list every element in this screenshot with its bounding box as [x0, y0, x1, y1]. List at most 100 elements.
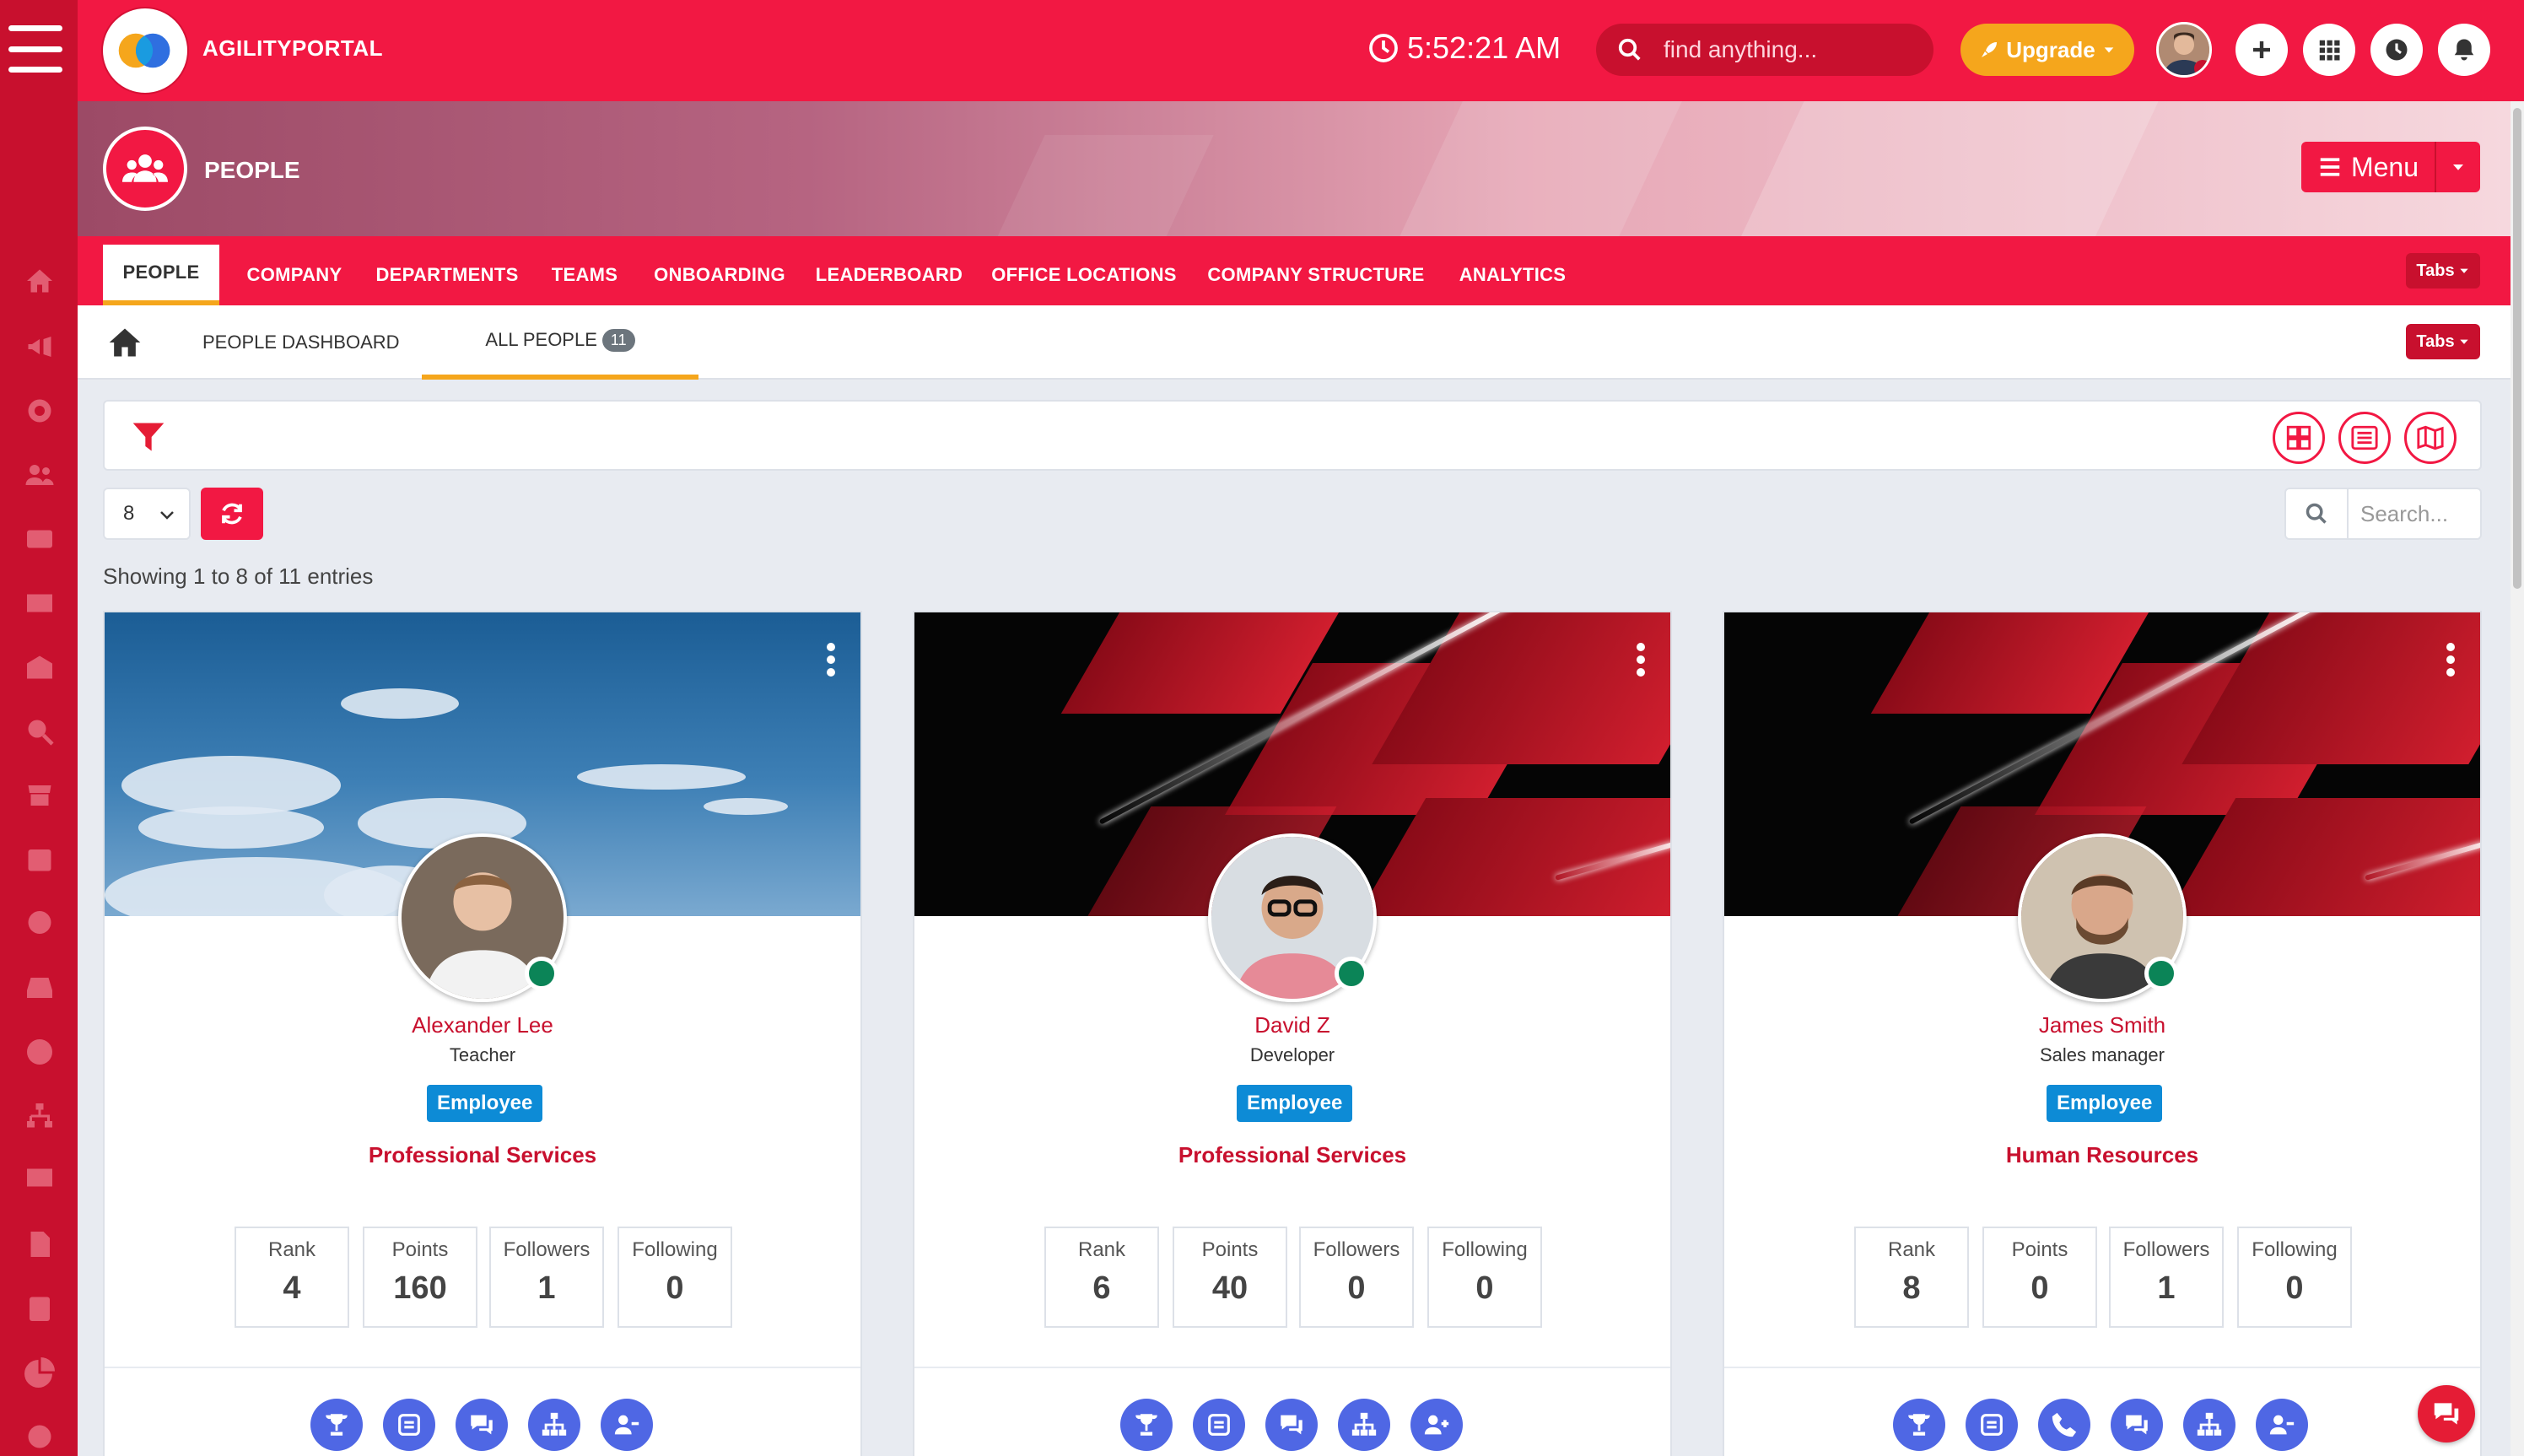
apps-button[interactable]: [2303, 24, 2355, 76]
table-search[interactable]: [2284, 488, 2482, 540]
clock-time: 5:52:21 AM: [1407, 30, 1561, 65]
tab-teams[interactable]: TEAMS: [543, 245, 626, 305]
search-icon[interactable]: [2286, 489, 2349, 538]
person-name[interactable]: James Smith: [1724, 1012, 2480, 1038]
notifications-button[interactable]: [2438, 24, 2490, 76]
support-icon[interactable]: [24, 395, 56, 427]
news-icon[interactable]: [24, 587, 56, 619]
more-options-icon[interactable]: [827, 643, 837, 677]
stat-value: 0: [2285, 1270, 2304, 1306]
settings-icon[interactable]: [24, 1421, 56, 1453]
tab-company[interactable]: COMPANY: [240, 245, 349, 305]
chat-icon[interactable]: [24, 908, 56, 940]
tab-analytics[interactable]: ANALYTICS: [1449, 245, 1576, 305]
page-size-value: 8: [123, 502, 135, 525]
org-chart-button[interactable]: [2183, 1399, 2235, 1451]
more-options-icon[interactable]: [1637, 643, 1647, 677]
upgrade-label: Upgrade: [2006, 36, 2095, 62]
home-icon[interactable]: [105, 324, 145, 361]
unfollow-button[interactable]: [2256, 1399, 2308, 1451]
online-status-icon: [1335, 957, 1368, 990]
award-button[interactable]: [1120, 1399, 1173, 1451]
org-chart-button[interactable]: [528, 1399, 580, 1451]
people-icon: [103, 127, 187, 211]
award-button[interactable]: [1893, 1399, 1945, 1451]
person-department[interactable]: Professional Services: [914, 1142, 1670, 1168]
history-button[interactable]: [2370, 24, 2423, 76]
trophy-icon: [1135, 1414, 1157, 1436]
menu-caret-button[interactable]: [2436, 159, 2480, 175]
megaphone-icon[interactable]: [24, 331, 56, 363]
id-card-icon[interactable]: [24, 523, 56, 555]
sitemap-icon: [542, 1412, 567, 1436]
person-name[interactable]: Alexander Lee: [105, 1012, 860, 1038]
person-name[interactable]: David Z: [914, 1012, 1670, 1038]
map-view-button[interactable]: [2404, 412, 2457, 464]
users-icon[interactable]: [24, 459, 56, 491]
tab-office-locations[interactable]: OFFICE LOCATIONS: [987, 245, 1181, 305]
follow-button[interactable]: [1410, 1399, 1463, 1451]
inbox-icon[interactable]: [24, 972, 56, 1004]
presentation-icon[interactable]: [24, 1164, 56, 1196]
building-icon[interactable]: [24, 651, 56, 683]
tab-company-structure[interactable]: COMPANY STRUCTURE: [1203, 245, 1429, 305]
hamburger-icon[interactable]: [8, 25, 62, 73]
list-icon: [2320, 158, 2340, 176]
chat-button[interactable]: [456, 1399, 508, 1451]
stat-value: 0: [666, 1270, 684, 1306]
org-chart-button[interactable]: [1338, 1399, 1390, 1451]
message-button[interactable]: [383, 1399, 435, 1451]
call-button[interactable]: [2038, 1399, 2090, 1451]
online-status-icon: [2144, 957, 2178, 990]
tab-departments[interactable]: DEPARTMENTS: [371, 245, 523, 305]
refresh-button[interactable]: [201, 488, 263, 540]
add-button[interactable]: [2235, 24, 2288, 76]
person-role: Sales manager: [2040, 1044, 2165, 1065]
live-chat-button[interactable]: [2418, 1385, 2475, 1443]
trophy-icon: [1908, 1414, 1930, 1436]
scrollbar-thumb[interactable]: [2513, 108, 2521, 589]
brand-name: AGILITYPORTAL: [202, 35, 384, 61]
tab-onboarding[interactable]: ONBOARDING: [648, 245, 791, 305]
message-button[interactable]: [1193, 1399, 1245, 1451]
search-icon[interactable]: [1596, 24, 1664, 76]
clipboard-icon[interactable]: [24, 1292, 56, 1324]
grid-view-button[interactable]: [2273, 412, 2325, 464]
tab-people-dashboard[interactable]: PEOPLE DASHBOARD: [202, 305, 400, 380]
table-search-input[interactable]: [2349, 500, 2475, 527]
logo[interactable]: [103, 8, 187, 93]
scrollbar[interactable]: [2511, 101, 2524, 1456]
chat-bubble-icon: [2434, 1403, 2459, 1425]
unfollow-button[interactable]: [601, 1399, 653, 1451]
upgrade-button[interactable]: Upgrade: [1960, 24, 2134, 76]
person-department[interactable]: Human Resources: [1724, 1142, 2480, 1168]
global-search[interactable]: [1596, 24, 1933, 76]
tab-all-people[interactable]: ALL PEOPLE 11: [422, 305, 698, 380]
org-chart-icon[interactable]: [24, 1100, 56, 1132]
header-decoration: [966, 135, 1214, 236]
profile-icon[interactable]: [24, 1036, 56, 1068]
pie-chart-icon[interactable]: [24, 1356, 56, 1389]
message-button[interactable]: [1966, 1399, 2018, 1451]
document-icon[interactable]: [24, 1228, 56, 1260]
global-search-input[interactable]: [1664, 36, 1917, 63]
user-avatar[interactable]: [2156, 22, 2212, 78]
award-button[interactable]: [310, 1399, 363, 1451]
page-size-select[interactable]: 8: [103, 488, 191, 540]
chat-button[interactable]: [1265, 1399, 1318, 1451]
menu-button[interactable]: Menu: [2301, 142, 2480, 192]
tab-leaderboard[interactable]: LEADERBOARD: [812, 245, 967, 305]
store-icon[interactable]: [24, 779, 56, 812]
chat-button[interactable]: [2111, 1399, 2163, 1451]
subtabs-dropdown-button[interactable]: Tabs: [2406, 324, 2480, 359]
search-people-icon[interactable]: [24, 715, 56, 747]
tabs-dropdown-button[interactable]: Tabs: [2406, 253, 2480, 289]
calendar-icon[interactable]: [24, 844, 56, 876]
more-options-icon[interactable]: [2446, 643, 2457, 677]
filter-icon[interactable]: [130, 418, 167, 456]
divider: [105, 1367, 860, 1368]
list-view-button[interactable]: [2338, 412, 2391, 464]
home-icon[interactable]: [24, 265, 56, 297]
tab-people[interactable]: PEOPLE: [103, 245, 219, 305]
person-department[interactable]: Professional Services: [105, 1142, 860, 1168]
